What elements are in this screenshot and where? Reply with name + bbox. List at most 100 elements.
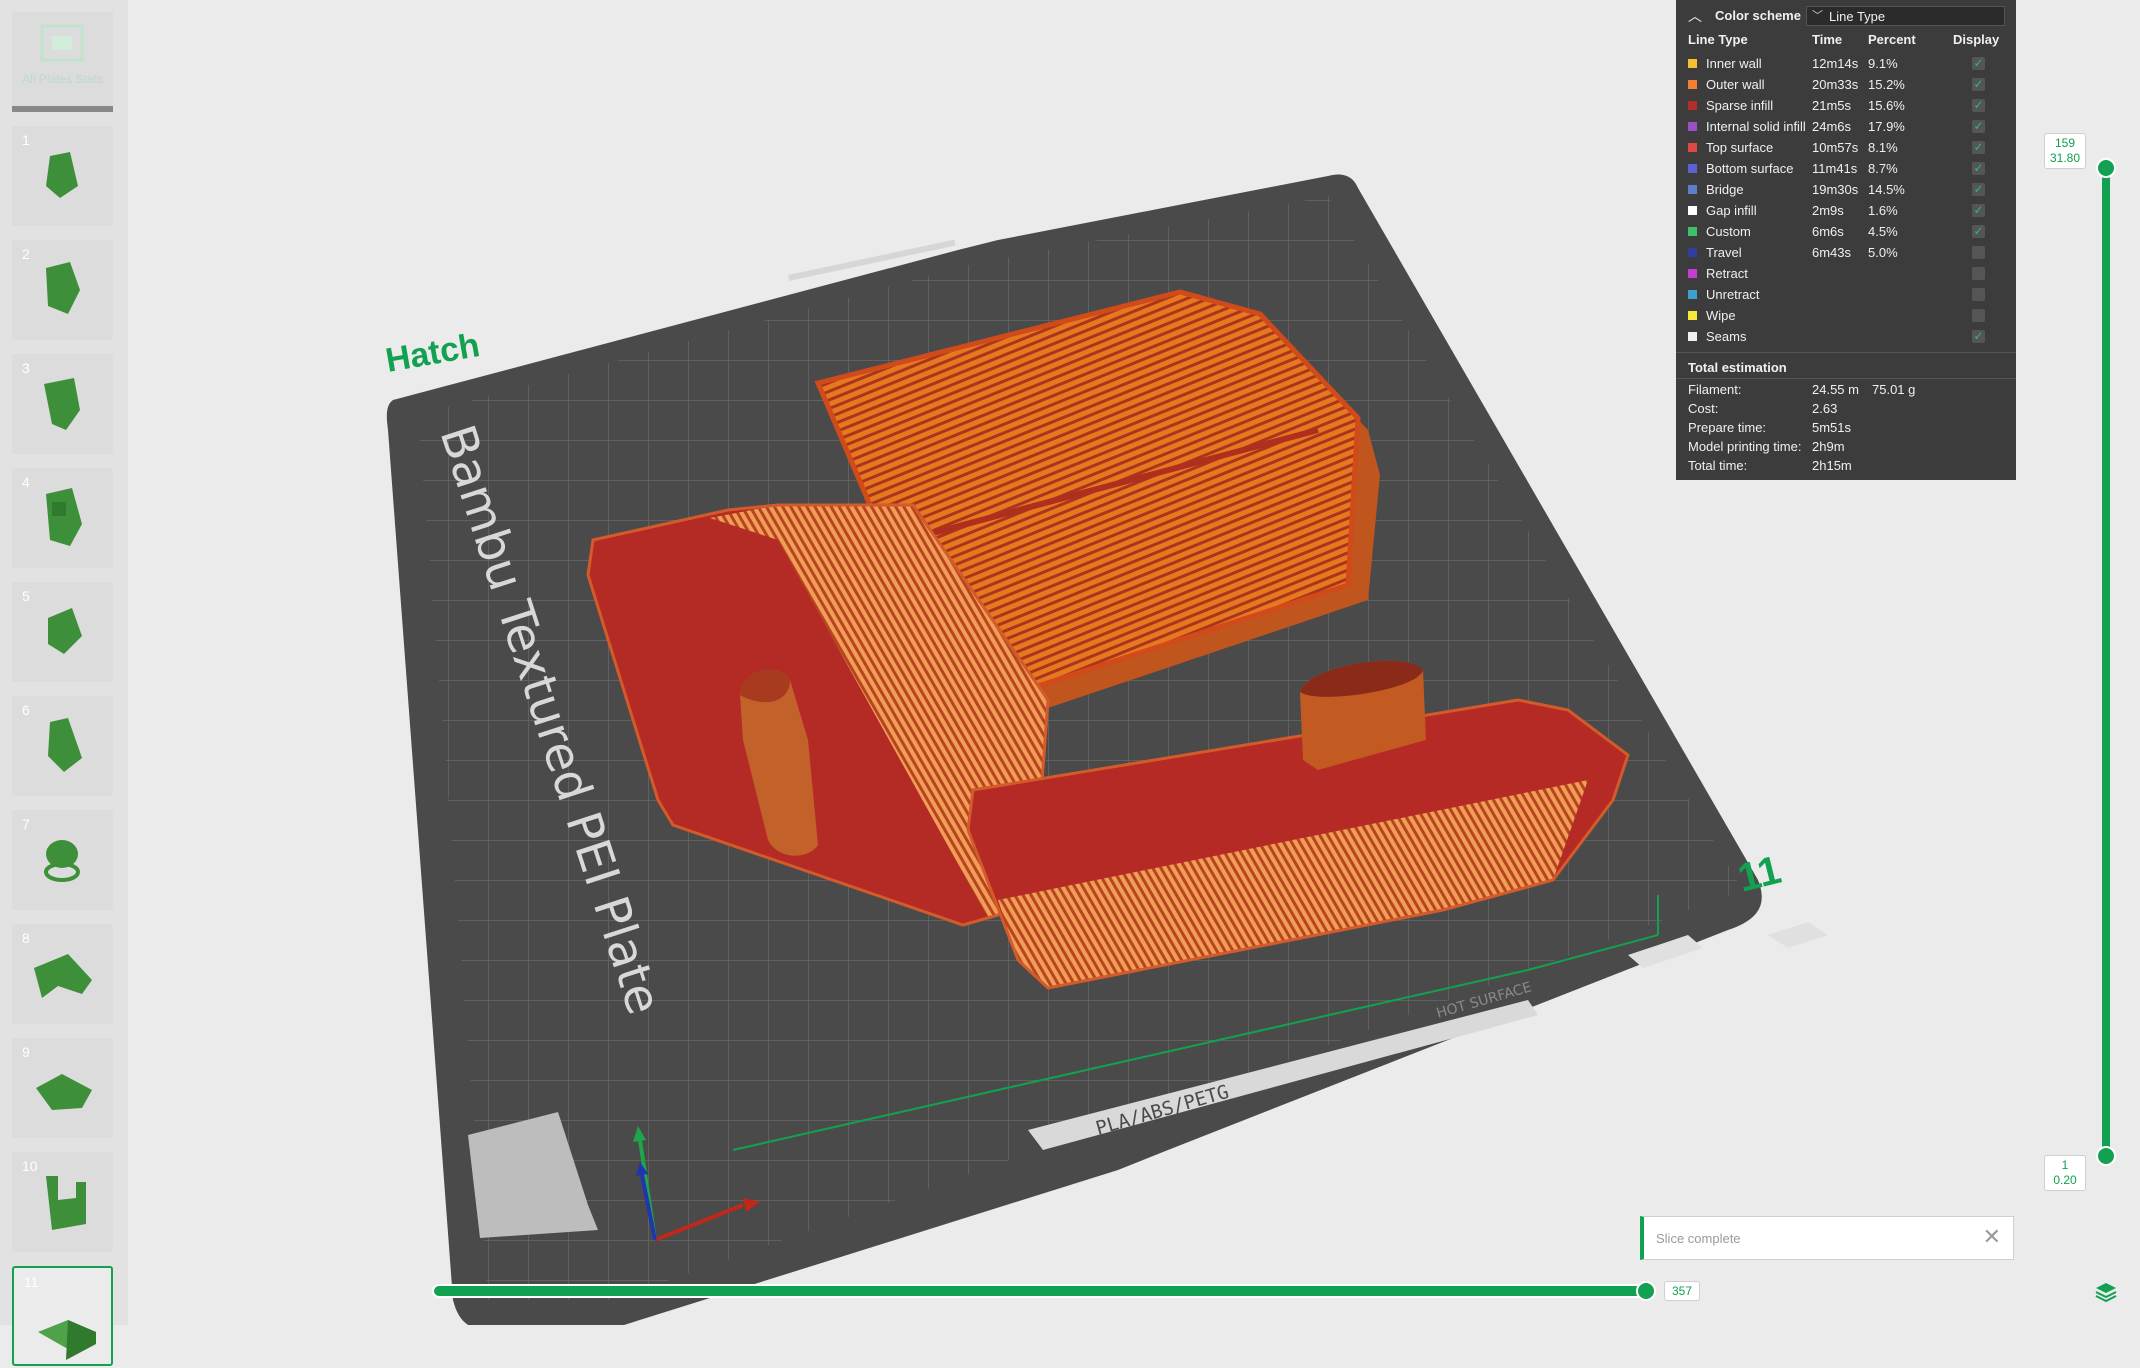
plate-number: 7 [22,816,30,832]
close-icon[interactable]: ✕ [1983,1226,2001,1248]
display-checkbox[interactable]: ✓ [1972,225,1985,238]
color-scheme-select[interactable]: ﹀ Line Type [1806,6,2005,26]
display-checkbox[interactable]: ✓ [1972,99,1985,112]
line-type-time: 10m57s [1812,140,1859,155]
plates-stats-icon [40,24,84,62]
col-line-type: Line Type [1688,32,1748,47]
layer-slider-bottom-handle[interactable] [2096,1146,2116,1166]
line-type-time: 20m33s [1812,77,1859,92]
col-display: Display [1953,32,2000,47]
color-swatch [1688,80,1697,89]
legend-row: Bridge 19m30s 14.5% ✓ [1676,180,2016,201]
legend-row: Unretract [1676,285,2016,306]
legend-row: Gap infill 2m9s 1.6% ✓ [1676,201,2016,222]
line-type-name: Top surface [1706,140,1774,155]
legend-row: Top surface 10m57s 8.1% ✓ [1676,138,2016,159]
line-type-time: 11m41s [1812,161,1858,176]
plate-number: 4 [22,474,30,490]
color-swatch [1688,185,1697,194]
display-checkbox[interactable]: ✓ [1972,120,1985,133]
line-type-time: 6m6s [1812,224,1844,239]
line-type-name: Unretract [1706,287,1760,302]
display-checkbox[interactable]: ✓ [1972,162,1985,175]
estimation-row: Total time: 2h15m [1676,458,2016,477]
layers-icon[interactable] [2094,1280,2118,1304]
line-type-percent: 15.6% [1868,98,1905,113]
legend-column-headers: Line Type Time Percent Display [1676,32,2016,50]
line-type-name: Travel [1706,245,1742,260]
plate-model-name: Hatch [383,326,483,380]
plate-thumbnail-10[interactable]: 10 [12,1152,113,1252]
plate-number: 3 [22,360,30,376]
layer-slider-track[interactable] [2102,165,2110,1157]
legend-row: Travel 6m43s 5.0% [1676,243,2016,264]
move-slider-track[interactable] [434,1286,1654,1296]
plate-thumbnail-7[interactable]: 7 [12,810,113,910]
top-layer-number: 159 [2054,136,2076,150]
display-checkbox[interactable]: ✓ [1972,204,1985,217]
line-type-name: Bottom surface [1706,161,1794,176]
line-type-name: Internal solid infill [1706,119,1806,134]
line-type-percent: 1.6% [1868,203,1898,218]
plate-number-label: 11 [1734,848,1786,901]
plate-number: 11 [24,1274,39,1290]
legend-row: Wipe [1676,306,2016,327]
color-swatch [1688,290,1697,299]
estimation-value: 24.55 m [1812,382,1859,397]
move-slider-value: 357 [1664,1281,1700,1301]
legend-row: Seams ✓ [1676,327,2016,348]
line-type-percent: 8.1% [1868,140,1898,155]
plate-thumbnail-3[interactable]: 3 [12,354,113,454]
all-plates-label: All Plates Stats [22,72,103,86]
top-layer-height: 31.80 [2049,151,2081,165]
all-plates-stats-button[interactable]: All Plates Stats [12,12,113,112]
estimation-value: 2.63 [1812,401,1838,416]
display-checkbox[interactable] [1972,267,1985,280]
line-type-time: 21m5s [1812,98,1852,113]
line-type-time: 12m14s [1812,56,1859,71]
display-checkbox[interactable] [1972,309,1985,322]
estimation-value: 2h9m [1812,439,1845,454]
line-type-percent: 14.5% [1868,182,1905,197]
estimation-row: Cost: 2.63 [1676,401,2016,420]
display-checkbox[interactable]: ✓ [1972,57,1985,70]
plate-thumbnail-6[interactable]: 6 [12,696,113,796]
plate-thumbnail-5[interactable]: 5 [12,582,113,682]
plate-thumbnail-11[interactable]: 11 [12,1266,113,1366]
notification-text: Slice complete [1656,1231,1741,1246]
collapse-chevron-icon[interactable]: ︿ [1688,6,1702,26]
line-type-name: Wipe [1706,308,1736,323]
estimation-value: 5m51s [1812,420,1852,435]
estimation-row: Prepare time: 5m51s [1676,420,2016,439]
line-type-percent: 4.5% [1868,224,1898,239]
color-swatch [1688,206,1697,215]
display-checkbox[interactable]: ✓ [1972,78,1985,91]
display-checkbox[interactable]: ✓ [1972,330,1985,343]
display-checkbox[interactable] [1972,288,1985,301]
line-type-time: 6m43s [1812,245,1852,260]
legend-title: Color scheme [1715,8,1801,23]
line-type-percent: 8.7% [1868,161,1898,176]
line-type-time: 2m9s [1812,203,1844,218]
estimation-row: Model printing time: 2h9m [1676,439,2016,458]
color-scheme-value: Line Type [1829,9,1886,24]
plate-thumbnail-2[interactable]: 2 [12,240,113,340]
plate-thumbnail-1[interactable]: 1 [12,126,113,226]
plate-thumbnail-4[interactable]: 4 [12,468,113,568]
display-checkbox[interactable]: ✓ [1972,183,1985,196]
display-checkbox[interactable] [1972,246,1985,259]
plate-thumbnail-8[interactable]: 8 [12,924,113,1024]
chevron-down-icon: ﹀ [1812,10,1823,22]
layer-slider-top-handle[interactable] [2096,158,2116,178]
estimation-row: Filament: 24.55 m 75.01 g [1676,382,2016,401]
col-time: Time [1812,32,1843,47]
move-slider-handle[interactable] [1636,1281,1656,1301]
legend-row: Outer wall 20m33s 15.2% ✓ [1676,75,2016,96]
color-swatch [1688,122,1697,131]
legend-row: Inner wall 12m14s 9.1% ✓ [1676,54,2016,75]
display-checkbox[interactable]: ✓ [1972,141,1985,154]
estimation-key: Total time: [1688,458,1748,473]
plate-number: 6 [22,702,30,718]
plate-thumbnail-9[interactable]: 9 [12,1038,113,1138]
color-swatch [1688,101,1697,110]
